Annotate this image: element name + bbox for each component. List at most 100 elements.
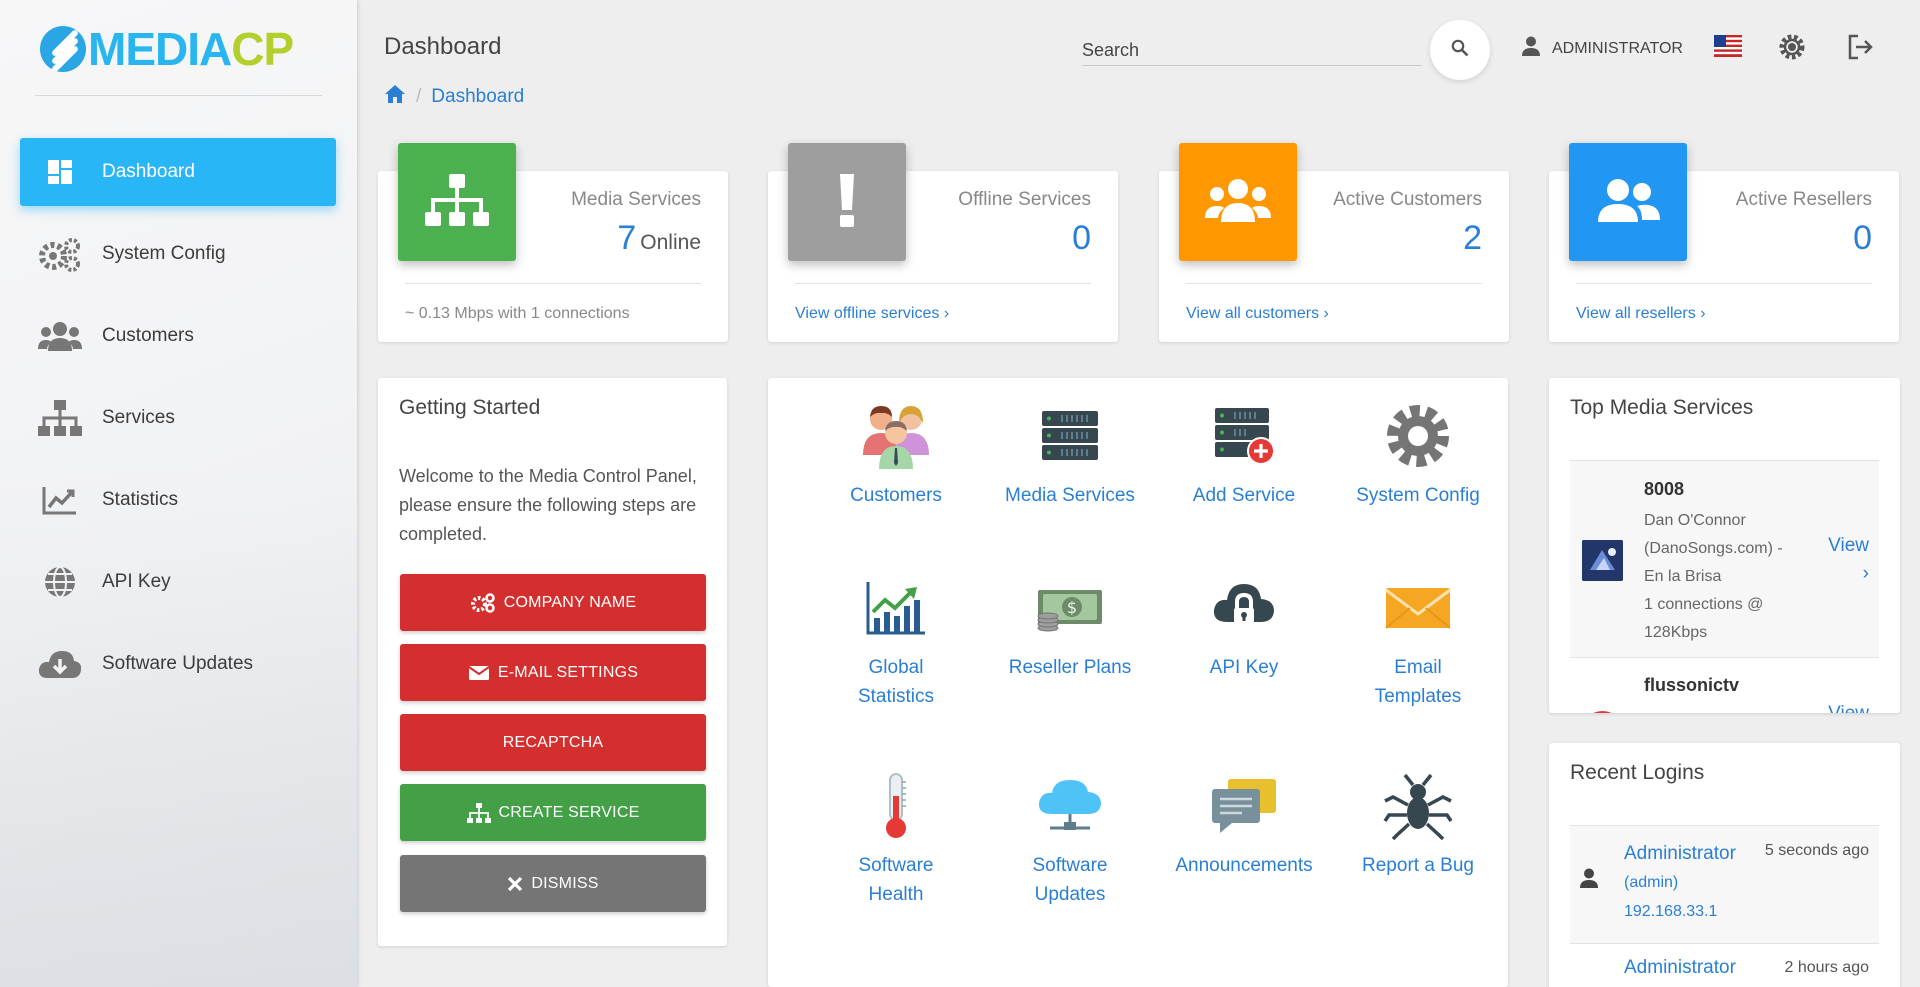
sidebar-item-software-updates[interactable]: Software Updates	[20, 630, 336, 698]
quick-link-email-templates[interactable]: Email Templates	[1338, 568, 1498, 711]
chart-icon	[38, 478, 82, 522]
card-title: Getting Started	[399, 396, 541, 419]
stat-value: 0	[1072, 219, 1091, 257]
stat-card-active-customers: Active Customers 2 View all customers ›	[1159, 143, 1509, 342]
theme-toggle-icon[interactable]	[1778, 33, 1806, 66]
stat-label: Offline Services	[958, 189, 1091, 210]
stat-footer: ~ 0.13 Mbps with 1 connections	[405, 305, 630, 322]
divider	[795, 283, 1091, 284]
user-icon	[1522, 36, 1540, 61]
service-thumbnail	[1582, 711, 1623, 713]
quick-link-customers[interactable]: Customers	[816, 396, 976, 510]
sidebar-item-label: Statistics	[102, 489, 179, 510]
quick-link-reseller-plans[interactable]: $ Reseller Plans	[990, 568, 1150, 682]
button-label: DISMISS	[531, 874, 599, 892]
user-menu[interactable]: ADMINISTRATOR	[1522, 36, 1683, 61]
divider	[405, 283, 701, 284]
sidebar-item-label: System Config	[102, 243, 226, 264]
chevron-right-icon: ›	[1323, 305, 1329, 322]
envelope-icon	[1338, 568, 1498, 648]
recaptcha-button[interactable]: RECAPTCHA	[400, 714, 706, 771]
cogs-icon	[38, 232, 82, 276]
add-server-icon	[1164, 396, 1324, 476]
server-icon	[990, 396, 1150, 476]
search-field	[1082, 36, 1422, 66]
quick-link-system-config[interactable]: System Config	[1338, 396, 1498, 510]
page-title: Dashboard	[384, 33, 502, 60]
envelope-icon	[468, 665, 490, 681]
sidebar-item-customers[interactable]: Customers	[20, 302, 336, 370]
stat-value: 7 Online	[617, 219, 701, 258]
logo[interactable]: MEDIACP	[40, 23, 294, 75]
sidebar: MEDIACP Dashboard System Config Customer…	[0, 0, 357, 987]
view-all-resellers-link[interactable]: View all resellers ›	[1576, 305, 1706, 323]
sidebar-item-label: Customers	[102, 325, 194, 346]
sidebar-item-label: Dashboard	[102, 161, 195, 182]
quick-link-api-key[interactable]: API Key	[1164, 568, 1324, 682]
button-label: E-MAIL SETTINGS	[497, 663, 639, 681]
company-name-button[interactable]: COMPANY NAME	[400, 574, 706, 631]
stat-number: 7	[617, 219, 637, 257]
view-all-customers-link[interactable]: View all customers ›	[1186, 305, 1329, 323]
quick-link-label: API Key	[1209, 657, 1279, 678]
user-icon	[1580, 868, 1598, 893]
sidebar-item-dashboard[interactable]: Dashboard	[20, 138, 336, 206]
sidebar-item-label: API Key	[102, 571, 171, 592]
stat-label: Active Customers	[1333, 189, 1482, 210]
stat-value: 0	[1853, 219, 1872, 257]
sitemap-icon	[38, 396, 82, 440]
quick-link-announcements[interactable]: Announcements	[1164, 766, 1324, 880]
sidebar-item-api-key[interactable]: API Key	[20, 548, 336, 616]
quick-link-report-a-bug[interactable]: Report a Bug	[1338, 766, 1498, 880]
user-name: ADMINISTRATOR	[1552, 39, 1683, 57]
sidebar-item-system-config[interactable]: System Config	[20, 220, 336, 288]
login-user-link[interactable]: Administrator	[1624, 957, 1736, 979]
money-icon: $	[990, 568, 1150, 648]
breadcrumb-current[interactable]: Dashboard	[431, 86, 524, 108]
us-flag-icon[interactable]	[1714, 35, 1742, 57]
chevron-right-icon: ›	[1700, 305, 1706, 322]
link-label: View all customers	[1186, 305, 1320, 322]
create-service-button[interactable]: CREATE SERVICE	[400, 784, 706, 841]
search-input[interactable]	[1082, 36, 1422, 65]
quick-link-add-service[interactable]: Add Service	[1164, 396, 1324, 510]
sidebar-divider	[35, 95, 322, 96]
globe-icon	[38, 560, 82, 604]
sidebar-item-label: Services	[102, 407, 175, 428]
home-icon[interactable]	[384, 84, 406, 110]
login-time: 2 hours ago	[1784, 959, 1869, 976]
quick-link-label: Announcements	[1175, 855, 1313, 876]
link-label: View offline services	[795, 305, 940, 322]
dismiss-button[interactable]: DISMISS	[400, 855, 706, 912]
cogs-icon	[470, 592, 496, 613]
button-label: COMPANY NAME	[503, 593, 637, 611]
logout-icon[interactable]	[1846, 33, 1874, 66]
stat-label: Media Services	[571, 189, 701, 210]
view-offline-services-link[interactable]: View offline services ›	[795, 305, 949, 323]
email-settings-button[interactable]: E-MAIL SETTINGS	[400, 644, 706, 701]
stat-card-active-resellers: Active Resellers 0 View all resellers ›	[1549, 143, 1899, 342]
stat-tile	[1569, 143, 1687, 261]
stat-card-offline-services: Offline Services 0 View offline services…	[768, 143, 1118, 342]
logo-text: MEDIACP	[88, 23, 294, 75]
quick-link-software-health[interactable]: Software Health	[816, 766, 976, 909]
link-label: View	[1828, 535, 1869, 556]
link-label: View all resellers	[1576, 305, 1696, 322]
quick-link-label: Reseller Plans	[1008, 657, 1132, 678]
stat-label: Active Resellers	[1735, 189, 1872, 210]
search-button[interactable]	[1430, 20, 1490, 80]
quick-link-media-services[interactable]: Media Services	[990, 396, 1150, 510]
sidebar-item-statistics[interactable]: Statistics	[20, 466, 336, 534]
getting-started-card: Getting Started Welcome to the Media Con…	[378, 378, 727, 946]
quick-link-global-statistics[interactable]: Global Statistics	[816, 568, 976, 711]
quick-link-software-updates[interactable]: Software Updates	[990, 766, 1150, 909]
close-icon	[507, 876, 523, 892]
sidebar-item-services[interactable]: Services	[20, 384, 336, 452]
quick-link-label: Media Services	[1005, 485, 1135, 506]
view-service-link[interactable]: View ›	[1828, 532, 1869, 588]
sitemap-icon	[466, 802, 491, 823]
view-service-link[interactable]: View	[1828, 703, 1869, 713]
service-thumbnail	[1582, 540, 1623, 581]
login-user-link[interactable]: Administrator (admin) 192.168.33.1	[1624, 840, 1736, 926]
breadcrumb-separator: /	[416, 86, 422, 107]
